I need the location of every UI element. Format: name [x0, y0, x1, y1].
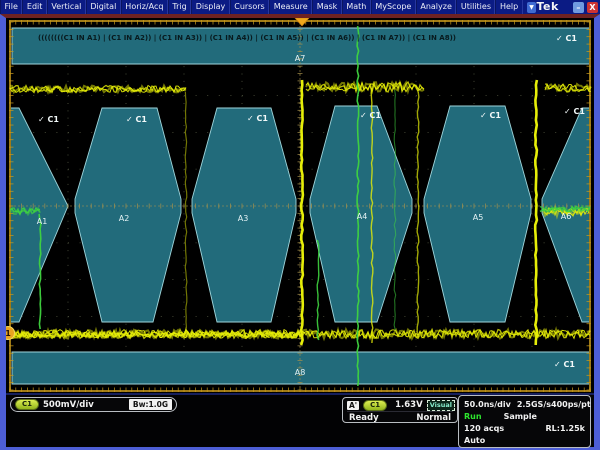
menu-item-analyze[interactable]: Analyze: [416, 0, 457, 14]
menu-item-vertical[interactable]: Vertical: [47, 0, 86, 14]
mask-check-a6: ✓ C1: [564, 107, 585, 116]
minimize-button[interactable]: –: [573, 2, 584, 13]
readout-bar: C1 500mV/div Bw:1.0G A' C1 1.63V Visual …: [6, 393, 594, 447]
mask-label-a6: A6: [561, 212, 572, 221]
tek-logo: Tek: [536, 0, 558, 14]
mask-label-a4: A4: [357, 212, 368, 221]
acquisition-readout[interactable]: 50.0ns/div 2.5GS/s 400ps/pt Run Sample 1…: [458, 395, 591, 448]
acq-count: 120 acqs: [464, 424, 504, 433]
mask-label-a5: A5: [473, 213, 484, 222]
mask-check-a7: ✓ C1: [556, 34, 577, 43]
channel-readout[interactable]: C1 500mV/div Bw:1.0G: [10, 397, 177, 412]
chevron-down-icon: ▼: [529, 4, 534, 11]
menu-item-myscope[interactable]: MyScope: [371, 0, 416, 14]
acq-row-1: 50.0ns/div 2.5GS/s 400ps/pt: [464, 398, 585, 410]
bandwidth-badge: Bw:1.0G: [129, 399, 172, 410]
channel-scale: 500mV/div: [43, 400, 94, 410]
mask-label-a3: A3: [238, 214, 249, 223]
menu-items: FileEditVerticalDigitalHoriz/AcqTrigDisp…: [0, 0, 523, 14]
record-length: RL:1.25k: [545, 424, 585, 433]
channel-1-marker-label: 1: [6, 329, 11, 338]
acq-row-2: Run Sample: [464, 410, 585, 422]
menu-item-trig[interactable]: Trig: [168, 0, 191, 14]
trigger-channel-badge: C1: [363, 400, 387, 411]
trigger-readout[interactable]: A' C1 1.63V Visual Ready Normal: [342, 397, 458, 423]
trigger-source-icon: A': [347, 401, 359, 410]
display-area: 1 ((((((((C1 IN A1) | (C1 IN A2)) | (C1 …: [0, 14, 600, 450]
mask-check-a1: ✓ C1: [38, 115, 59, 124]
menu-item-cursors[interactable]: Cursors: [230, 0, 269, 14]
menu-item-math[interactable]: Math: [342, 0, 371, 14]
channel-badge: C1: [15, 399, 39, 410]
mask-check-a3: ✓ C1: [247, 114, 268, 123]
trigger-row-1: A' C1 1.63V Visual: [347, 399, 453, 411]
acq-mode: Sample: [504, 412, 537, 421]
mask-check-a8: ✓ C1: [554, 360, 575, 369]
mask-label-a2: A2: [119, 214, 130, 223]
menu-item-utilities[interactable]: Utilities: [456, 0, 495, 14]
channel-1-marker[interactable]: 1: [6, 327, 15, 340]
mask-label-a8: A8: [295, 368, 306, 377]
mask-label-a1: A1: [37, 217, 48, 226]
mask-check-a5: ✓ C1: [480, 111, 501, 120]
menu-item-horiz-acq[interactable]: Horiz/Acq: [121, 0, 168, 14]
trigger-mode-auto: Auto: [464, 436, 485, 445]
visual-trigger-badge[interactable]: Visual: [427, 400, 455, 411]
menu-item-edit[interactable]: Edit: [22, 0, 47, 14]
menu-item-file[interactable]: File: [0, 0, 22, 14]
timebase: 50.0ns/div: [464, 400, 511, 409]
resolution: 400ps/pt: [551, 400, 591, 409]
menu-item-digital[interactable]: Digital: [86, 0, 121, 14]
trigger-level: 1.63V: [395, 400, 423, 410]
acq-row-3: 120 acqs RL:1.25k: [464, 422, 585, 434]
acq-row-4: Auto: [464, 434, 585, 446]
trigger-state: Ready: [349, 413, 379, 423]
menu-overflow-button[interactable]: ▼: [527, 2, 537, 13]
trigger-row-2: Ready Normal: [347, 411, 453, 423]
menu-item-display[interactable]: Display: [191, 0, 230, 14]
menu-item-mask[interactable]: Mask: [312, 0, 342, 14]
menu-item-measure[interactable]: Measure: [269, 0, 312, 14]
trigger-mode: Normal: [416, 413, 451, 423]
run-state: Run: [464, 412, 482, 421]
menu-item-help[interactable]: Help: [495, 0, 522, 14]
graticule: 1 ((((((((C1 IN A1) | (C1 IN A2)) | (C1 …: [6, 18, 594, 393]
mask-check-a2: ✓ C1: [126, 115, 147, 124]
menu-bar: FileEditVerticalDigitalHoriz/AcqTrigDisp…: [0, 0, 600, 14]
close-button[interactable]: X: [587, 2, 598, 13]
mask-formula: ((((((((C1 IN A1) | (C1 IN A2)) | (C1 IN…: [38, 33, 456, 43]
sample-rate: 2.5GS/s: [517, 400, 551, 409]
mask-check-a4: ✓ C1: [360, 111, 381, 120]
tekscope-window: FileEditVerticalDigitalHoriz/AcqTrigDisp…: [0, 0, 600, 450]
mask-label-a7: A7: [295, 54, 306, 63]
